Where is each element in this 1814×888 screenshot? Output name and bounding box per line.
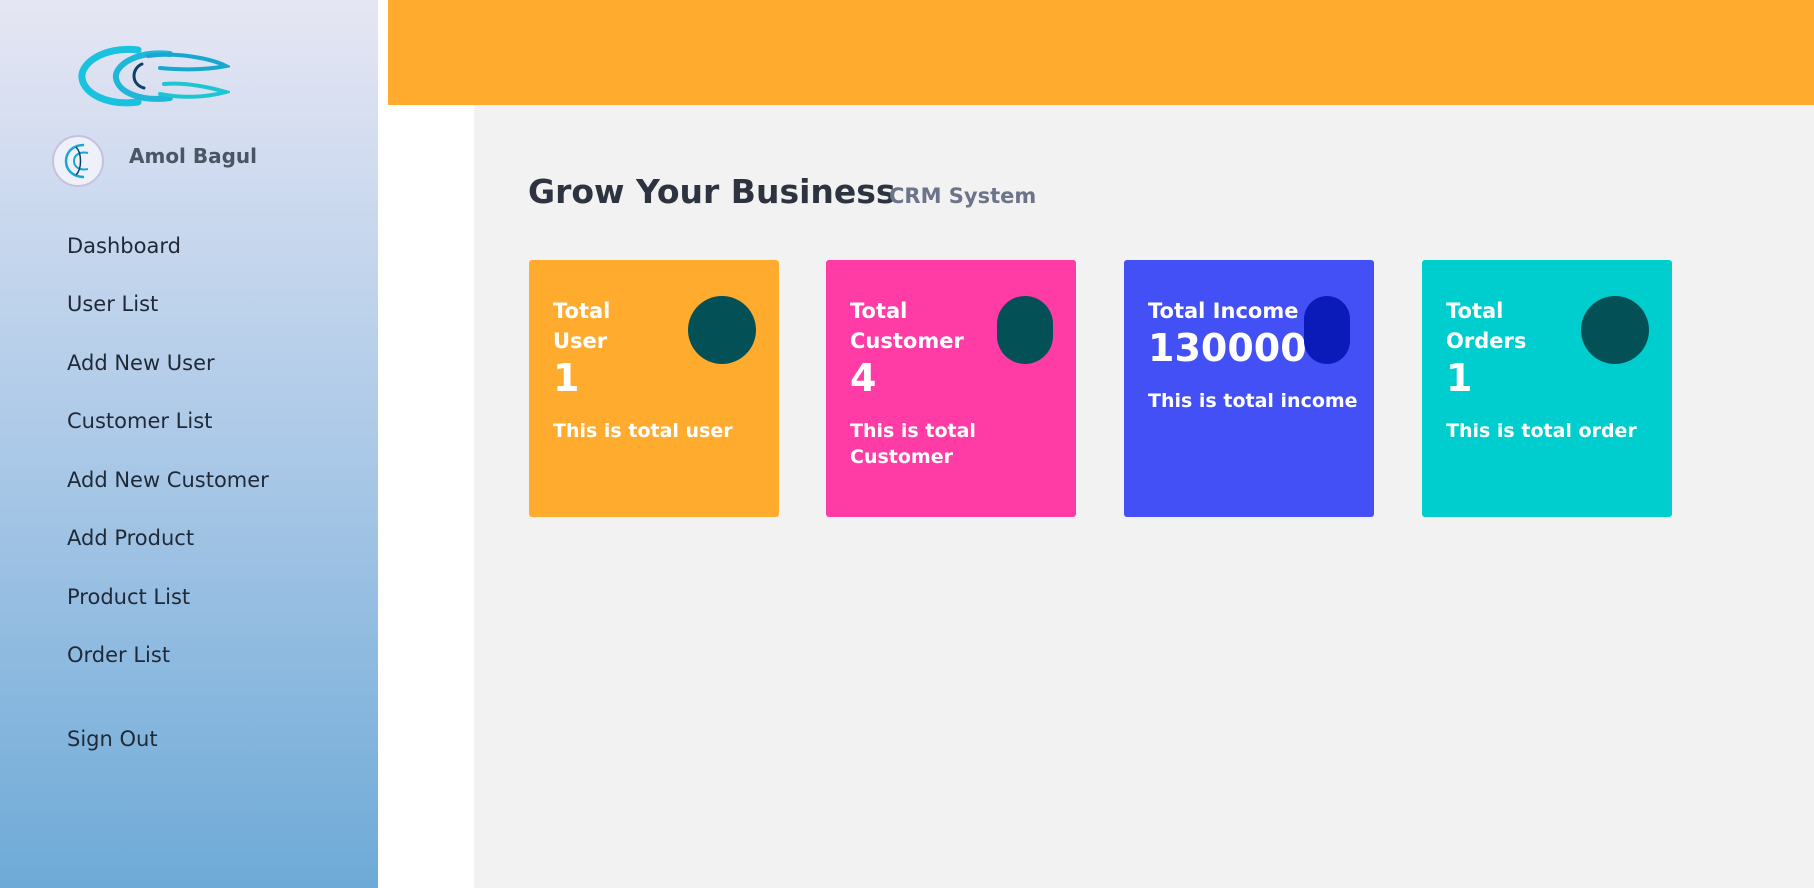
logo-mark-icon	[64, 143, 89, 179]
stat-card-total-income[interactable]: Total Income 130000 This is total income	[1124, 260, 1374, 517]
circle-icon	[997, 296, 1053, 364]
sidebar: Amol Bagul Dashboard User List Add New U…	[0, 0, 378, 888]
sidebar-item-product-list[interactable]: Product List	[67, 585, 190, 609]
content-gutter	[388, 105, 474, 888]
sidebar-item-dashboard[interactable]: Dashboard	[67, 234, 181, 258]
profile-name: Amol Bagul	[129, 144, 258, 168]
card-description: This is total order	[1446, 420, 1637, 442]
page-title: Grow Your Business	[528, 172, 896, 211]
sidebar-item-add-product[interactable]: Add Product	[67, 526, 194, 550]
card-description: This is total Customer	[850, 420, 976, 468]
card-value: 130000	[1148, 326, 1307, 370]
logo-icon	[78, 45, 234, 107]
stat-card-total-customer[interactable]: Total Customer 4 This is total Customer	[826, 260, 1076, 517]
card-title: Total Customer	[850, 299, 964, 353]
card-value: 1	[553, 356, 580, 400]
card-title: Total User	[553, 299, 611, 353]
avatar[interactable]	[52, 135, 104, 187]
divider	[378, 0, 388, 888]
stat-card-total-orders[interactable]: Total Orders 1 This is total order	[1422, 260, 1672, 517]
sidebar-item-sign-out[interactable]: Sign Out	[67, 727, 158, 751]
sidebar-item-add-new-user[interactable]: Add New User	[67, 351, 215, 375]
top-bar	[388, 0, 1814, 105]
sidebar-item-customer-list[interactable]: Customer List	[67, 409, 212, 433]
circle-icon	[688, 296, 756, 364]
card-value: 1	[1446, 356, 1473, 400]
sidebar-item-order-list[interactable]: Order List	[67, 643, 170, 667]
logo[interactable]	[78, 44, 234, 110]
sidebar-item-user-list[interactable]: User List	[67, 292, 158, 316]
card-description: This is total user	[553, 420, 733, 442]
stat-card-total-user[interactable]: Total User 1 This is total user	[529, 260, 779, 517]
circle-icon	[1581, 296, 1649, 364]
card-description: This is total income	[1148, 390, 1358, 412]
pill-icon	[1304, 296, 1350, 364]
card-title: Total Orders	[1446, 299, 1527, 353]
card-value: 4	[850, 356, 877, 400]
page-subtitle: CRM System	[889, 184, 1037, 208]
sidebar-item-add-new-customer[interactable]: Add New Customer	[67, 468, 269, 492]
